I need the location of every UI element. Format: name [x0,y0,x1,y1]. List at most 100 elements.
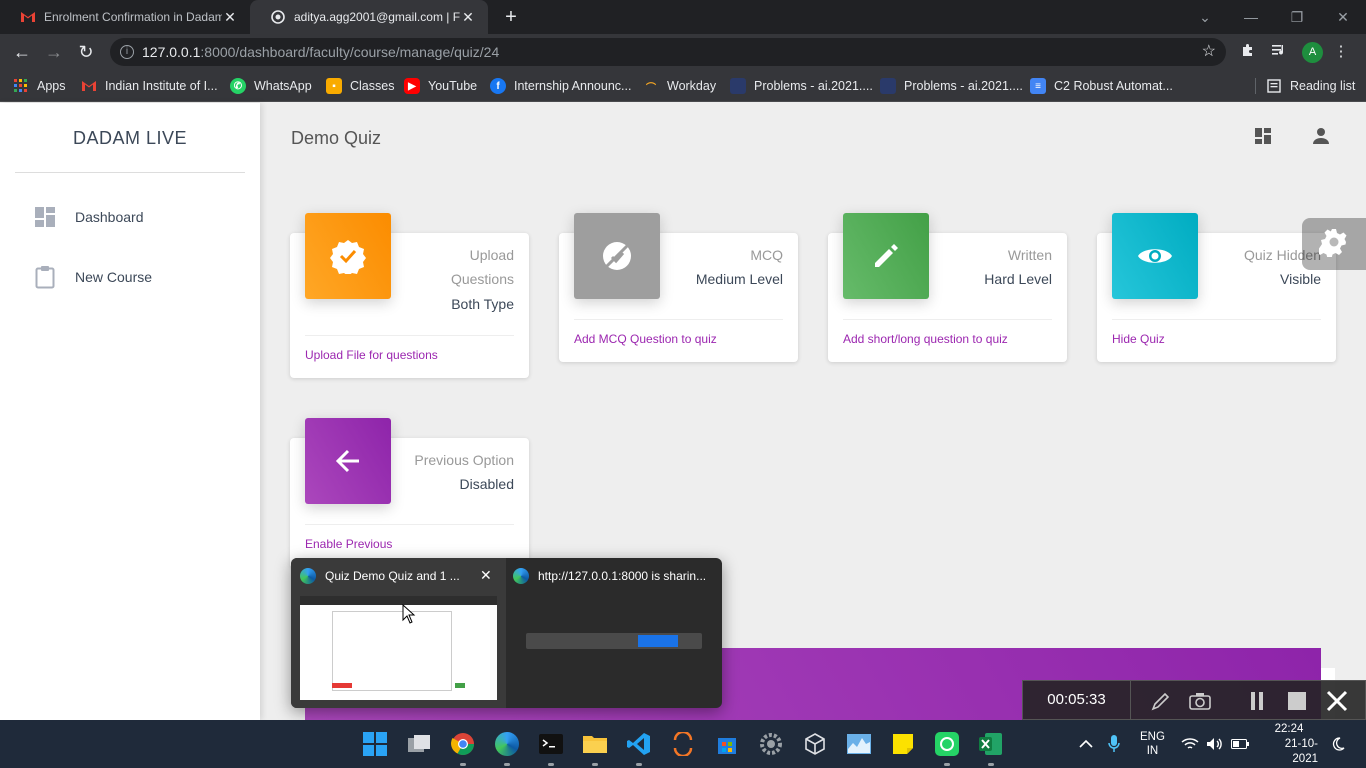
close-window-icon[interactable]: ✕ [1320,0,1366,34]
reading-list-button[interactable]: Reading list [1266,76,1355,96]
bookmarks-divider [1255,78,1256,94]
extensions-icon[interactable] [1238,42,1258,62]
tab-search-icon[interactable]: ⌄ [1182,0,1228,34]
preview-content [332,611,452,691]
bookmark-apps[interactable]: Apps [13,76,66,96]
thumbnail-preview-sharing[interactable] [526,633,702,649]
site-info-icon[interactable]: i [120,45,134,59]
apps-grid-icon [13,78,29,94]
restore-icon[interactable]: ❐ [1274,0,1320,34]
close-tab-icon[interactable]: ✕ [222,9,238,26]
thumbnail-preview-quiz[interactable] [300,596,497,700]
taskbar-thumbnail-popup: Quiz Demo Quiz and 1 ... ✕ http://127.0.… [291,558,722,708]
microsoft-store-icon[interactable] [715,732,739,756]
tab-title: Enrolment Confirmation in Dadam [44,10,222,24]
upload-file-link[interactable]: Upload File for questions [305,335,514,362]
windows-start-icon[interactable] [363,732,387,756]
edge-icon[interactable] [495,732,519,756]
dashboard-icon[interactable] [1254,127,1276,149]
classroom-icon: ▪ [326,78,342,94]
brand-logo[interactable]: DADAM LIVE [15,103,245,173]
card-value: Both Type [451,296,514,312]
microphone-icon[interactable] [1108,720,1120,768]
bookmark-youtube[interactable]: ▶ YouTube [404,76,477,96]
battery-icon[interactable] [1231,720,1249,768]
volume-icon[interactable] [1206,720,1224,768]
running-indicator [548,763,554,766]
stop-icon[interactable] [1285,689,1309,713]
add-written-question-link[interactable]: Add short/long question to quiz [843,319,1052,346]
language-indicator[interactable]: ENG IN [1140,720,1165,768]
card-value: Disabled [459,476,514,492]
bookmark-whatsapp[interactable]: ✆ WhatsApp [230,76,312,96]
bookmark-problems-2[interactable]: Problems - ai.2021.... [880,76,1023,96]
performance-monitor-icon[interactable] [847,732,871,756]
previous-option-card: Previous Option Disabled Enable Previous [290,418,529,568]
forward-icon[interactable]: → [43,41,65,63]
language-code: ENG [1140,731,1165,743]
preview-button [332,683,352,688]
edge-icon [300,568,316,584]
sidebar-item-new-course[interactable]: New Course [15,255,245,299]
system-clock[interactable]: 22:24 21-10-2021 [1260,720,1318,768]
notifications-moon-icon[interactable] [1331,720,1345,768]
sidebar-item-label: New Course [75,269,153,285]
settings-icon[interactable] [759,732,783,756]
wifi-icon[interactable] [1181,720,1199,768]
timer-off-icon [574,213,660,299]
enable-previous-link[interactable]: Enable Previous [305,524,514,551]
whatsapp-desktop-icon[interactable] [935,732,959,756]
task-view-icon[interactable] [407,732,431,756]
reload-icon[interactable]: ↻ [75,41,97,63]
page-title[interactable]: Demo Quiz [291,128,381,149]
bookmark-label: Workday [667,79,717,93]
profile-avatar[interactable]: A [1302,42,1323,63]
person-icon[interactable] [1312,127,1334,149]
menu-kebab-icon[interactable]: ⋮ [1331,42,1351,62]
browser-tab-gmail[interactable]: Enrolment Confirmation in Dadam ✕ [0,0,250,34]
file-explorer-icon[interactable] [583,732,607,756]
terminal-icon[interactable] [539,732,563,756]
minimize-icon[interactable]: — [1228,0,1274,34]
workday-icon: ⌒ [646,82,656,94]
bookmark-problems-1[interactable]: Problems - ai.2021.... [730,76,873,96]
bookmark-iiit[interactable]: Indian Institute of I... [81,76,218,96]
bookmark-c2-robust[interactable]: ≡ C2 Robust Automat... [1030,76,1173,96]
bookmark-classes[interactable]: ▪ Classes [326,76,394,96]
cube-app-icon[interactable] [803,732,827,756]
pen-icon[interactable] [1149,689,1173,713]
back-icon[interactable]: ← [11,41,33,63]
bookmark-label: YouTube [428,79,478,93]
card-category: Upload Questions [451,243,514,291]
browser-toolbar: ← → ↻ i 127.0.0.1:8000/dashboard/faculty… [0,34,1366,70]
media-control-icon[interactable] [1269,42,1289,62]
address-bar[interactable]: i 127.0.0.1:8000/dashboard/faculty/cours… [110,38,1226,66]
thumbnail-sharing-window[interactable]: http://127.0.0.1:8000 is sharin... [513,568,706,584]
bookmark-label: Apps [37,79,66,93]
sticky-notes-icon[interactable] [891,732,915,756]
reading-list-icon [1266,78,1282,94]
browser-tab-active[interactable]: aditya.agg2001@gmail.com | Fac ✕ [250,0,488,34]
thumbnail-quiz-window[interactable]: Quiz Demo Quiz and 1 ... [300,568,460,584]
pause-icon[interactable] [1245,689,1269,713]
sidebar-item-dashboard[interactable]: Dashboard [15,195,245,239]
git-icon[interactable] [671,732,695,756]
page-icon [880,78,896,94]
windows-taskbar: ENG IN 22:24 21-10-2021 [0,720,1366,768]
close-thumbnail-icon[interactable]: ✕ [480,567,492,584]
bookmark-star-icon[interactable]: ☆ [1202,38,1216,66]
bookmark-workday[interactable]: ⌒ Workday [643,76,716,96]
excel-icon[interactable] [979,732,1003,756]
address-host: 127.0.0.1 [142,44,201,60]
bookmark-internship[interactable]: f Internship Announc... [490,76,631,96]
hide-quiz-link[interactable]: Hide Quiz [1112,319,1321,346]
close-recorder-icon[interactable] [1325,689,1349,713]
settings-plugin-button[interactable] [1302,218,1366,270]
camera-icon[interactable] [1188,689,1212,713]
close-tab-icon[interactable]: ✕ [460,9,476,26]
vscode-icon[interactable] [627,732,651,756]
add-mcq-link[interactable]: Add MCQ Question to quiz [574,319,783,346]
show-hidden-icons[interactable] [1079,720,1093,768]
new-tab-button[interactable]: + [500,6,522,28]
chrome-icon[interactable] [451,732,475,756]
